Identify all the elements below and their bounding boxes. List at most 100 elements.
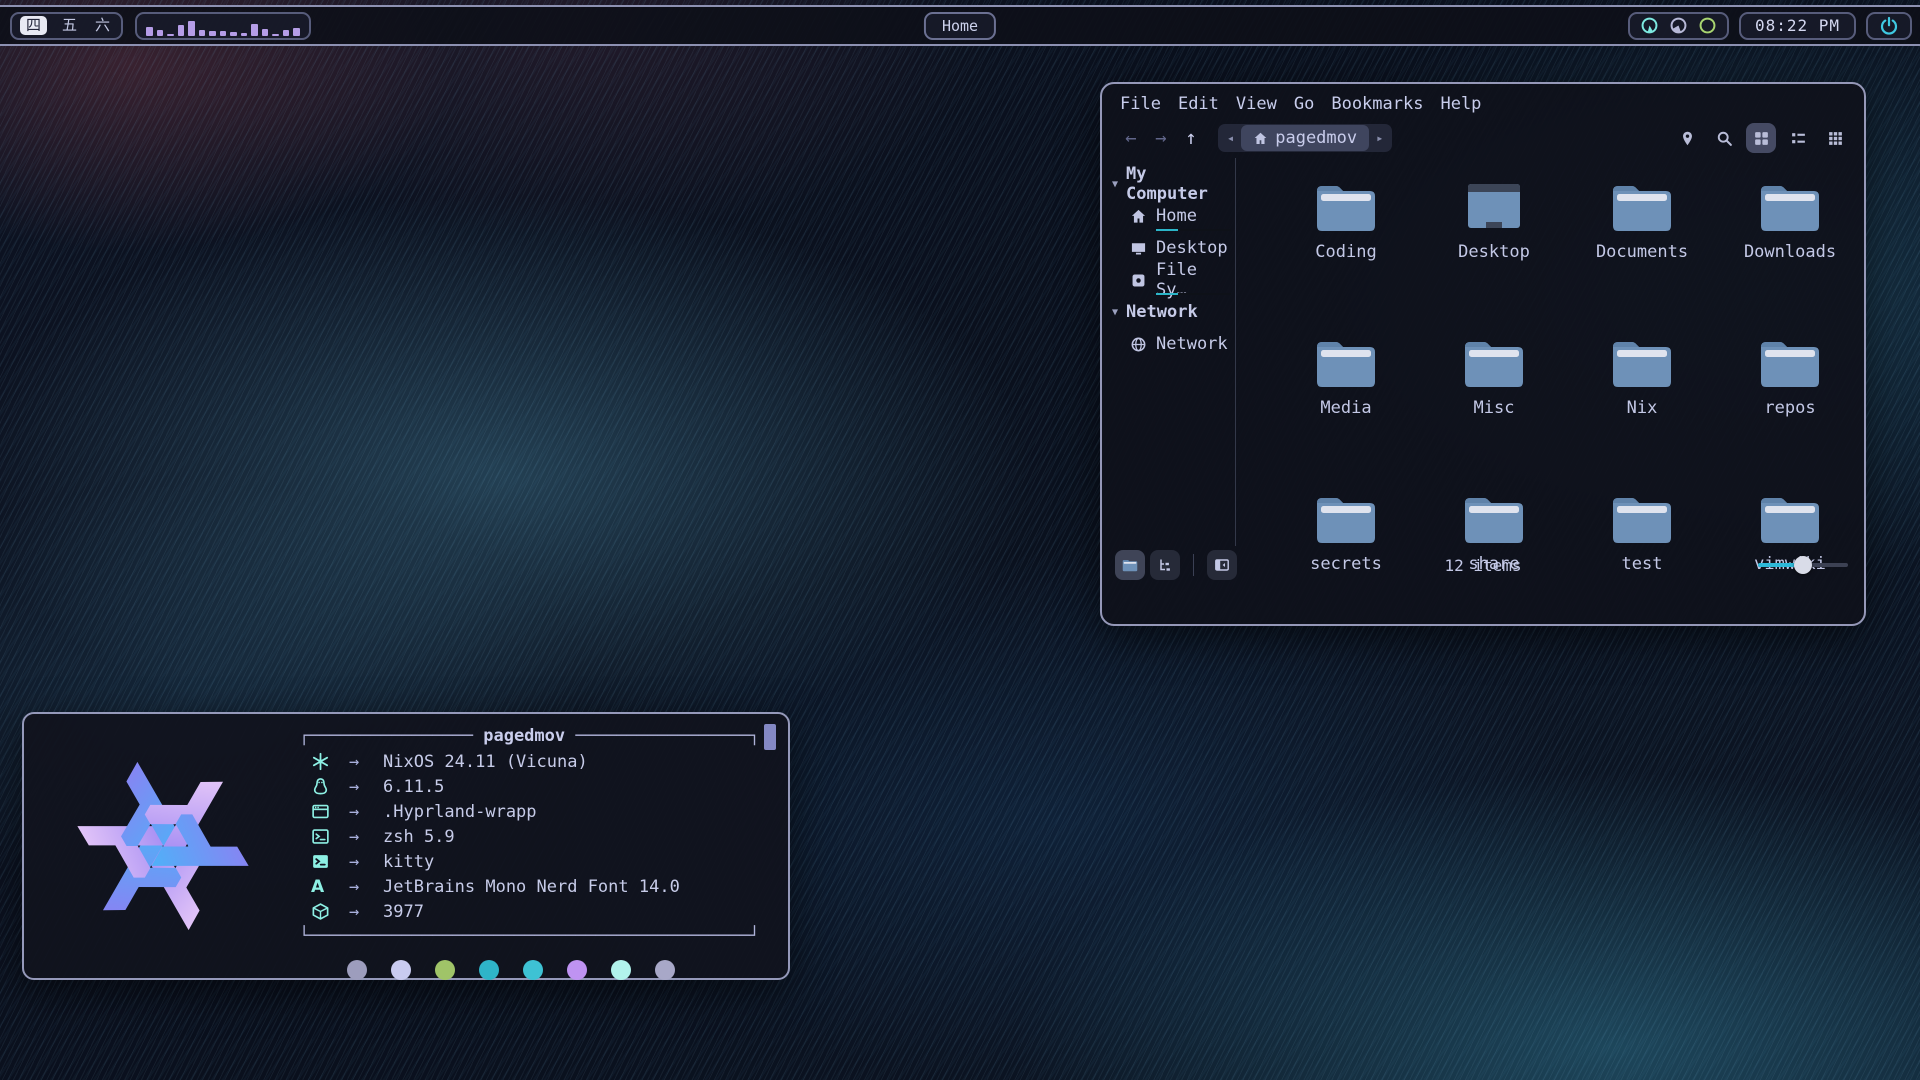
menu-go[interactable]: Go (1294, 94, 1314, 114)
system-gauges (1628, 12, 1729, 40)
slider-handle[interactable] (1794, 556, 1812, 574)
gauge-3-icon (1698, 16, 1717, 35)
grid-view-icon (1753, 130, 1770, 147)
menu-bookmarks[interactable]: Bookmarks (1331, 94, 1423, 114)
folder-item-coding[interactable]: Coding (1272, 178, 1420, 334)
up-button[interactable]: ↑ (1176, 127, 1206, 149)
workspace-switcher: 四 五 六 (10, 12, 123, 40)
os-icon (311, 752, 330, 771)
home-icon (1253, 131, 1268, 146)
palette-dot (655, 960, 675, 980)
path-tab-home[interactable]: pagedmov (1241, 125, 1369, 151)
folder-icon (1314, 490, 1378, 546)
visualizer-bar (283, 30, 290, 36)
wm-value: .Hyprland-wrapp (383, 802, 537, 822)
zoom-slider[interactable] (1758, 555, 1848, 575)
icon-view-button[interactable] (1746, 123, 1776, 153)
folder-icon (1610, 490, 1674, 546)
clock: 08:22 PM (1739, 12, 1856, 40)
compact-view-button[interactable] (1783, 123, 1813, 153)
folder-icon (1758, 334, 1822, 390)
menu-edit[interactable]: Edit (1178, 94, 1219, 114)
folder-item-desktop[interactable]: Desktop (1420, 178, 1568, 334)
active-window-title[interactable]: Home (924, 12, 996, 40)
tab-scroll-left-icon[interactable]: ◂ (1224, 131, 1237, 145)
path-tab-label: pagedmov (1275, 128, 1357, 148)
disk-usage-bar (1156, 229, 1231, 231)
visualizer-bar (167, 34, 174, 36)
location-pin-icon (1679, 130, 1696, 147)
font-icon: A (311, 877, 349, 897)
location-button[interactable] (1672, 123, 1702, 153)
workspace-button-2[interactable]: 五 (59, 18, 80, 33)
folder-item-documents[interactable]: Documents (1568, 178, 1716, 334)
section-label: Network (1126, 302, 1198, 322)
workspace-button-3[interactable]: 六 (92, 18, 113, 33)
toolbar: ← → ↑ ◂ pagedmov ▸ (1102, 118, 1864, 158)
menu-file[interactable]: File (1120, 94, 1161, 114)
sidebar-section-my-computer[interactable]: ▼ My Computer (1112, 168, 1235, 200)
places-sidebar: ▼ My Computer Home Desktop File Sy… ▼ Ne… (1102, 158, 1236, 546)
thumbnail-view-button[interactable] (1820, 123, 1850, 153)
search-button[interactable] (1709, 123, 1739, 153)
forward-button[interactable]: → (1146, 127, 1176, 149)
folder-item-nix[interactable]: Nix (1568, 334, 1716, 490)
workspace-button-1[interactable]: 四 (20, 16, 47, 35)
folder-icon (1314, 334, 1378, 390)
fetch-row-wm: → .Hyprland-wrapp (299, 799, 769, 824)
sidebar-item-home[interactable]: Home (1130, 200, 1235, 232)
nixos-logo (48, 747, 278, 945)
hostname: pagedmov (473, 726, 575, 746)
desktop-folder-icon (1462, 178, 1526, 234)
visualizer-bar (178, 25, 185, 36)
menu-view[interactable]: View (1236, 94, 1277, 114)
visualizer-bar (199, 30, 206, 36)
visualizer-bar (251, 24, 258, 36)
fetch-row-packages: → 3977 (299, 899, 769, 924)
visualizer-bar (188, 21, 195, 36)
visualizer-bar (272, 34, 279, 36)
collapse-triangle-icon: ▼ (1112, 307, 1118, 318)
folder-item-misc[interactable]: Misc (1420, 334, 1568, 490)
menu-help[interactable]: Help (1440, 94, 1481, 114)
disk-usage-bar (1156, 293, 1231, 295)
arrow-icon: → (349, 827, 383, 847)
sidebar-section-network[interactable]: ▼ Network (1112, 296, 1235, 328)
tab-scroll-right-icon[interactable]: ▸ (1373, 131, 1386, 145)
items-count: 12 items (1102, 556, 1864, 575)
arrow-icon: → (349, 802, 383, 822)
collapse-triangle-icon: ▼ (1112, 179, 1118, 190)
visualizer-bar (220, 31, 227, 36)
palette-dot (567, 960, 587, 980)
sidebar-item-filesystem[interactable]: File Sy… (1130, 264, 1235, 296)
folder-icon (1462, 490, 1526, 546)
back-button[interactable]: ← (1116, 127, 1146, 149)
folder-icon (1610, 334, 1674, 390)
visualizer-bar (230, 32, 237, 36)
palette-dot (347, 960, 367, 980)
kernel-icon (311, 777, 330, 796)
fetch-output: ┌──────────────── pagedmov ─────────────… (299, 724, 769, 980)
small-grid-icon (1827, 130, 1844, 147)
fetch-row-os: → NixOS 24.11 (Vicuna) (299, 749, 769, 774)
wm-icon (311, 802, 330, 821)
terminal-fetch-window: ┌──────────────── pagedmov ─────────────… (22, 712, 790, 980)
file-manager-window: File Edit View Go Bookmarks Help ← → ↑ ◂… (1100, 82, 1866, 626)
arrow-icon: → (349, 752, 383, 772)
folder-icon (1758, 178, 1822, 234)
home-icon (1130, 208, 1147, 225)
palette-dot (435, 960, 455, 980)
folder-item-repos[interactable]: repos (1716, 334, 1864, 490)
folder-item-downloads[interactable]: Downloads (1716, 178, 1864, 334)
fetch-box-top: ┌──────────────── pagedmov ─────────────… (299, 724, 769, 749)
fetch-row-shell: → zsh 5.9 (299, 824, 769, 849)
fetch-box-bottom: └───────────────────────────────────────… (299, 924, 769, 949)
folder-icon (1610, 178, 1674, 234)
desktop-icon (1130, 240, 1147, 257)
folder-grid: Coding Desktop Documents Downloads Media… (1236, 158, 1864, 546)
folder-icon (1758, 490, 1822, 546)
sidebar-item-network[interactable]: Network (1130, 328, 1235, 360)
arrow-icon: → (349, 902, 383, 922)
power-button[interactable] (1866, 12, 1912, 40)
folder-item-media[interactable]: Media (1272, 334, 1420, 490)
